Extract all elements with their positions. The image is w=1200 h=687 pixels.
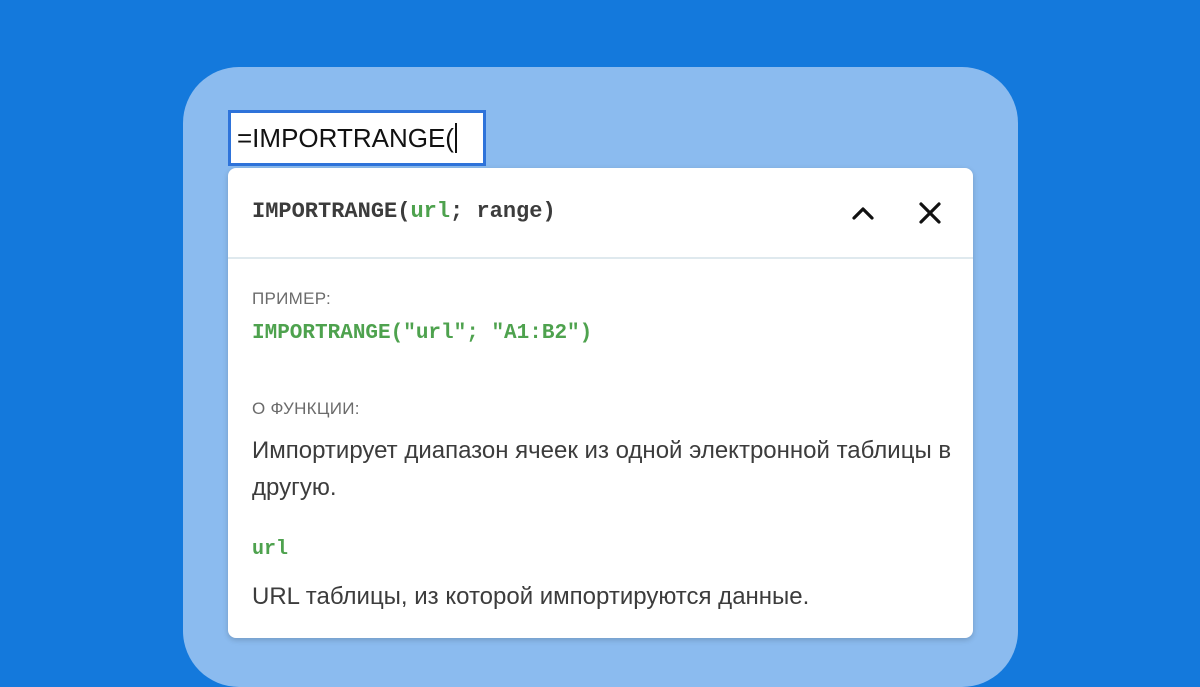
text-cursor (454, 123, 457, 154)
about-label: О ФУНКЦИИ: (252, 399, 360, 418)
param-name-url: url (252, 538, 289, 561)
example-label: ПРИМЕР: (252, 289, 332, 308)
signature-param-url: url (410, 199, 451, 224)
signature-open-paren: ( (397, 199, 411, 224)
about-description: Импортирует диапазон ячеек из одной элек… (252, 437, 952, 501)
param-description-url: URL таблицы, из которой импортируются да… (252, 583, 810, 610)
formula-text: =IMPORTRANGE( (237, 123, 454, 153)
example-code: IMPORTRANGE("url"; "A1:B2") (252, 322, 593, 345)
close-icon (919, 202, 941, 224)
signature-close-paren: ) (542, 199, 556, 224)
signature-param-range: range (476, 199, 543, 224)
function-signature: IMPORTRANGE(url; range) (252, 199, 556, 224)
help-panel-header: IMPORTRANGE(url; range) (228, 168, 973, 259)
collapse-button[interactable] (845, 195, 881, 231)
function-name: IMPORTRANGE (252, 199, 398, 224)
signature-separator: ; (450, 199, 477, 224)
chevron-up-icon (852, 207, 874, 220)
formula-help-panel: IMPORTRANGE(url; range) ПРИМЕР: IMPORTRA… (228, 168, 973, 638)
close-button[interactable] (912, 195, 948, 231)
formula-cell-editor[interactable]: =IMPORTRANGE( (228, 110, 486, 166)
